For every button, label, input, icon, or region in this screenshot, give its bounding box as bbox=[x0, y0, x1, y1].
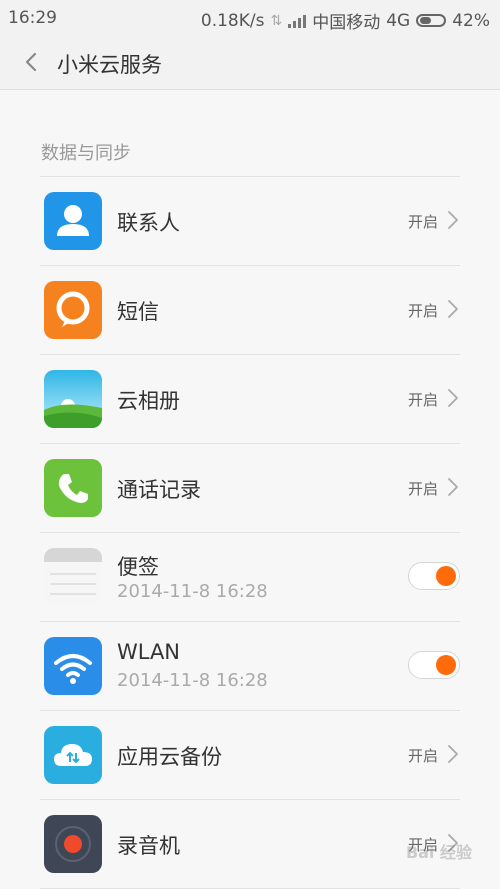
status-right: 0.18K/s ⇅ 中国移动 4G 42% bbox=[200, 8, 490, 34]
item-status: 开启 bbox=[407, 302, 438, 320]
list-item[interactable]: 应用云备份 开启 bbox=[40, 711, 460, 799]
page-title: 小米云服务 bbox=[57, 53, 162, 77]
item-title: 便签 bbox=[117, 555, 159, 579]
item-title: WLAN bbox=[117, 640, 181, 664]
item-status: 开启 bbox=[407, 213, 438, 231]
item-status: 开启 bbox=[407, 480, 438, 498]
section-label: 数据与同步 bbox=[41, 143, 131, 164]
gallery-icon bbox=[44, 370, 102, 428]
battery-icon bbox=[416, 14, 447, 27]
cloud-backup-icon bbox=[44, 726, 102, 784]
toggle-knob bbox=[436, 655, 456, 675]
signal-icon bbox=[288, 14, 307, 28]
item-title: 应用云备份 bbox=[117, 745, 222, 769]
carrier-name: 中国移动 bbox=[312, 13, 381, 33]
phone-icon bbox=[44, 459, 102, 517]
item-title: 录音机 bbox=[117, 834, 180, 858]
item-title: 联系人 bbox=[117, 211, 180, 235]
item-status: 开启 bbox=[407, 747, 438, 765]
chevron-right-icon bbox=[446, 744, 460, 764]
item-title: 通话记录 bbox=[117, 478, 201, 502]
status-time: 16:29 bbox=[8, 8, 57, 28]
list-item[interactable]: 云相册 开启 bbox=[40, 355, 460, 443]
list-item[interactable]: 录音机 开启 bbox=[40, 800, 460, 888]
list-item[interactable]: 便签 2014-11-8 16:28 bbox=[40, 533, 460, 621]
data-transfer-icon: ⇅ bbox=[270, 12, 283, 29]
sync-toggle[interactable] bbox=[408, 651, 460, 679]
notes-icon bbox=[44, 548, 102, 606]
list-item[interactable]: 通话记录 开启 bbox=[40, 444, 460, 532]
contacts-icon bbox=[44, 192, 102, 250]
watermark: Bai 经验 bbox=[405, 843, 472, 862]
toggle-knob bbox=[436, 566, 456, 586]
item-status: 开启 bbox=[407, 391, 438, 409]
network-speed: 0.18K/s bbox=[200, 10, 265, 31]
recorder-icon bbox=[44, 815, 102, 873]
status-bar: 16:29 0.18K/s ⇅ 中国移动 4G 42% bbox=[0, 0, 500, 36]
network-type: 4G bbox=[386, 10, 411, 31]
item-subtitle: 2014-11-8 16:28 bbox=[117, 670, 268, 691]
item-title: 云相册 bbox=[117, 389, 180, 413]
chevron-right-icon bbox=[446, 477, 460, 497]
list-item[interactable]: WLAN 2014-11-8 16:28 bbox=[40, 622, 460, 710]
title-bar: 小米云服务 bbox=[0, 36, 500, 90]
list-item[interactable]: 联系人 开启 bbox=[40, 177, 460, 265]
item-title: 短信 bbox=[117, 300, 159, 324]
wifi-icon bbox=[44, 637, 102, 695]
chevron-right-icon bbox=[446, 210, 460, 230]
chevron-right-icon bbox=[446, 299, 460, 319]
back-button[interactable] bbox=[18, 48, 46, 76]
chevron-right-icon bbox=[446, 388, 460, 408]
chevron-left-icon bbox=[25, 52, 37, 72]
message-icon bbox=[44, 281, 102, 339]
battery-level: 42% bbox=[452, 10, 490, 31]
sync-toggle[interactable] bbox=[408, 562, 460, 590]
list-item[interactable]: 短信 开启 bbox=[40, 266, 460, 354]
item-subtitle: 2014-11-8 16:28 bbox=[117, 581, 268, 602]
